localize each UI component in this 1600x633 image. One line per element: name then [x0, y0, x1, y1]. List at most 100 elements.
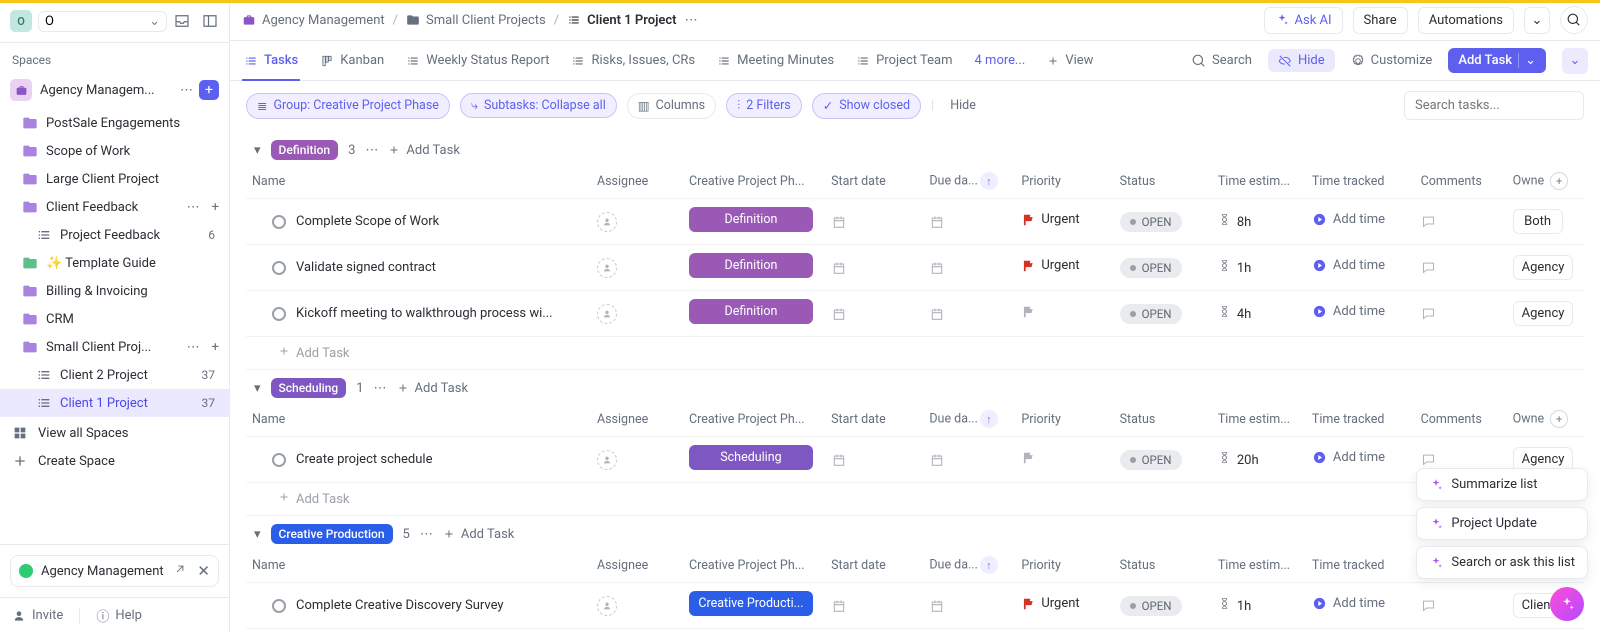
- comments-icon[interactable]: [1421, 598, 1436, 613]
- automations-caret[interactable]: ⌄: [1524, 7, 1550, 34]
- group-badge[interactable]: Scheduling: [271, 378, 347, 398]
- status-ring-icon[interactable]: [272, 453, 286, 467]
- status-badge[interactable]: OPEN: [1120, 212, 1182, 232]
- share-button[interactable]: Share: [1353, 7, 1408, 34]
- columns-pill[interactable]: ▥ Columns: [627, 93, 716, 119]
- status-badge[interactable]: OPEN: [1120, 304, 1182, 324]
- global-search-input[interactable]: [45, 14, 145, 29]
- subtasks-pill[interactable]: ⤷ Subtasks: Collapse all: [460, 93, 617, 118]
- sidebar-item[interactable]: Small Client Proj...⋯+: [0, 333, 229, 361]
- item-more-icon[interactable]: ⋯: [187, 200, 200, 215]
- tab[interactable]: Project Team: [854, 41, 954, 80]
- priority-flag-icon[interactable]: Urgent: [1021, 212, 1079, 227]
- tab[interactable]: Kanban: [318, 41, 386, 80]
- filters-pill[interactable]: ⫶ 2 Filters: [726, 93, 802, 118]
- phase-chip[interactable]: Scheduling: [689, 445, 813, 470]
- tab[interactable]: Tasks: [242, 41, 300, 80]
- space-add-button[interactable]: +: [199, 80, 219, 100]
- start-date-icon[interactable]: [831, 306, 847, 322]
- status-badge[interactable]: OPEN: [1120, 258, 1182, 278]
- add-view-button[interactable]: View: [1045, 41, 1095, 80]
- assignee-add-icon[interactable]: [597, 304, 617, 324]
- group-more-icon[interactable]: ⋯: [374, 381, 387, 396]
- workspace-card[interactable]: Agency Management ✕: [10, 555, 219, 587]
- ai-summarize[interactable]: Summarize list: [1416, 468, 1588, 501]
- tab[interactable]: Risks, Issues, CRs: [569, 41, 697, 80]
- add-task-inline[interactable]: Add Task: [246, 337, 1584, 370]
- time-tracked[interactable]: Add time: [1312, 596, 1385, 611]
- invite-button[interactable]: Invite: [12, 608, 63, 623]
- status-badge[interactable]: OPEN: [1120, 596, 1182, 616]
- task-row[interactable]: Validate signed contract Definition Urge…: [246, 245, 1584, 291]
- space-row[interactable]: Agency Managem... ⋯ +: [0, 73, 229, 107]
- group-more-icon[interactable]: ⋯: [365, 143, 378, 158]
- status-ring-icon[interactable]: [272, 215, 286, 229]
- assignee-add-icon[interactable]: [597, 596, 617, 616]
- group-add-task[interactable]: Add Task: [443, 527, 515, 542]
- priority-flag-icon[interactable]: [1021, 451, 1041, 465]
- sidebar-item[interactable]: Project Feedback6: [0, 221, 229, 249]
- crumb-list[interactable]: Client 1 Project: [567, 13, 676, 28]
- item-add-icon[interactable]: +: [212, 340, 219, 355]
- comments-icon[interactable]: [1421, 214, 1436, 229]
- comments-icon[interactable]: [1421, 306, 1436, 321]
- add-task-inline[interactable]: Add Task: [246, 483, 1584, 516]
- sidebar-item[interactable]: CRM: [0, 305, 229, 333]
- view-kebab[interactable]: ⌄: [1562, 48, 1588, 74]
- ai-fab[interactable]: [1550, 587, 1584, 621]
- status-badge[interactable]: OPEN: [1120, 450, 1182, 470]
- space-more-icon[interactable]: ⋯: [180, 83, 193, 98]
- automations-button[interactable]: Automations: [1418, 7, 1514, 34]
- task-row[interactable]: Create project schedule Scheduling OPEN …: [246, 437, 1584, 483]
- phase-chip[interactable]: Definition: [689, 253, 813, 278]
- tab[interactable]: Weekly Status Report: [404, 41, 551, 80]
- hide-filterbar[interactable]: Hide: [944, 94, 982, 117]
- sidebar-item[interactable]: Billing & Invoicing: [0, 277, 229, 305]
- close-icon[interactable]: ✕: [197, 562, 210, 580]
- view-hide[interactable]: Hide: [1268, 49, 1335, 72]
- item-add-icon[interactable]: +: [212, 200, 219, 215]
- ai-project-update[interactable]: Project Update: [1416, 507, 1588, 540]
- time-tracked[interactable]: Add time: [1312, 258, 1385, 273]
- due-date-icon[interactable]: [929, 452, 945, 468]
- task-row[interactable]: Complete Scope of Work Definition Urgent…: [246, 199, 1584, 245]
- time-estimate[interactable]: 8h: [1218, 215, 1251, 230]
- priority-flag-icon[interactable]: Urgent: [1021, 258, 1079, 273]
- open-icon[interactable]: [173, 562, 187, 576]
- workspace-avatar[interactable]: O: [10, 10, 32, 32]
- ai-search-list[interactable]: Search or ask this list: [1416, 546, 1588, 579]
- group-add-task[interactable]: Add Task: [397, 381, 469, 396]
- due-date-icon[interactable]: [929, 598, 945, 614]
- due-date-icon[interactable]: [929, 306, 945, 322]
- ask-ai-button[interactable]: Ask AI: [1264, 7, 1343, 34]
- tabs-more[interactable]: 4 more...: [973, 41, 1028, 80]
- task-search-input[interactable]: [1415, 98, 1573, 113]
- sidebar-item[interactable]: Client 1 Project37: [0, 389, 229, 417]
- crumb-folder[interactable]: Small Client Projects: [406, 13, 546, 28]
- time-tracked[interactable]: Add time: [1312, 450, 1385, 465]
- start-date-icon[interactable]: [831, 214, 847, 230]
- view-all-spaces[interactable]: View all Spaces: [0, 419, 229, 447]
- breadcrumb-more-icon[interactable]: ⋯: [685, 13, 698, 28]
- view-customize[interactable]: Customize: [1351, 53, 1433, 68]
- sidebar-item[interactable]: Client 2 Project37: [0, 361, 229, 389]
- start-date-icon[interactable]: [831, 598, 847, 614]
- global-search[interactable]: ⌄: [38, 11, 167, 32]
- time-tracked[interactable]: Add time: [1312, 304, 1385, 319]
- group-collapse-icon[interactable]: ▾: [254, 143, 261, 158]
- group-more-icon[interactable]: ⋯: [420, 527, 433, 542]
- add-task-button[interactable]: Add Task⌄: [1448, 48, 1546, 73]
- status-ring-icon[interactable]: [272, 599, 286, 613]
- group-collapse-icon[interactable]: ▾: [254, 527, 261, 542]
- time-estimate[interactable]: 4h: [1218, 307, 1251, 322]
- time-tracked[interactable]: Add time: [1312, 212, 1385, 227]
- create-space[interactable]: Create Space: [0, 447, 229, 475]
- status-ring-icon[interactable]: [272, 307, 286, 321]
- sidebar-item[interactable]: Scope of Work: [0, 137, 229, 165]
- group-collapse-icon[interactable]: ▾: [254, 381, 261, 396]
- sidebar-item[interactable]: ✨ Template Guide: [0, 249, 229, 277]
- comments-icon[interactable]: [1421, 452, 1436, 467]
- show-closed-pill[interactable]: ✓ Show closed: [812, 93, 921, 119]
- panel-toggle-icon[interactable]: [201, 12, 219, 30]
- time-estimate[interactable]: 20h: [1218, 453, 1259, 468]
